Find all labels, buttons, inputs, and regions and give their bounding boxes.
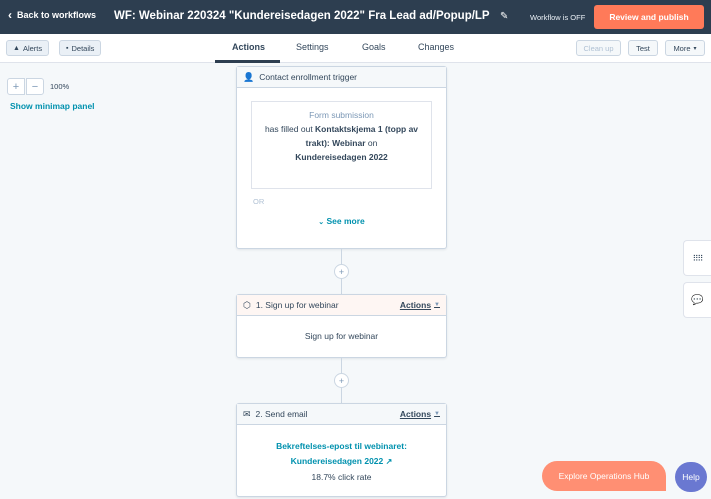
clean-up-button[interactable]: Clean up [576, 40, 621, 56]
step1-header: ⬡ 1. Sign up for webinar Actions ▼ [237, 295, 446, 316]
caret-down-icon: ▾ [693, 45, 697, 52]
email-name-line2[interactable]: Kundereisedagen 2022 ↗ [237, 454, 446, 469]
step2-header: ✉ 2. Send email Actions ▼ [237, 404, 446, 425]
tab-changes[interactable]: Changes [418, 42, 454, 52]
caret-down-icon: ▼ [434, 302, 440, 308]
zoom-level: 100% [50, 82, 70, 91]
step2-title: 2. Send email [255, 409, 308, 419]
step1-body: Sign up for webinar [304, 331, 379, 341]
explore-operations-hub-button[interactable]: Explore Operations Hub [542, 461, 666, 491]
filter-type: Form submission [309, 110, 374, 120]
show-minimap-link[interactable]: Show minimap panel [10, 101, 95, 111]
help-button[interactable]: Help [675, 462, 707, 492]
grid-panel-tab[interactable]: ⠿⠿ [683, 240, 711, 276]
test-button[interactable]: Test [628, 40, 658, 56]
zoom-in-button[interactable]: + [7, 78, 25, 95]
form-name: Kontaktskjema 1 (topp av trakt): Webinar [305, 124, 419, 148]
step2-actions-dropdown[interactable]: Actions ▼ [400, 409, 440, 419]
comment-icon: 💬 [691, 294, 704, 306]
tab-actions[interactable]: Actions [232, 42, 265, 52]
tab-goals[interactable]: Goals [362, 42, 386, 52]
step1-actions-dropdown[interactable]: Actions ▼ [400, 300, 440, 310]
comments-panel-tab[interactable]: 💬 [683, 282, 711, 318]
email-name-text: Kundereisedagen 2022 [290, 456, 384, 466]
click-rate: 18.7% click rate [311, 472, 372, 482]
step1-title: 1. Sign up for webinar [255, 300, 339, 310]
page-name: Kundereisedagen 2022 [295, 152, 388, 162]
workflow-status: Workflow is OFF [530, 13, 586, 22]
alerts-label: Alerts [22, 43, 43, 53]
trigger-header-label: Contact enrollment trigger [259, 72, 358, 82]
details-button[interactable]: ▪ Details [59, 40, 102, 56]
top-bar: ‹ Back to workflows WF: Webinar 220324 "… [0, 0, 711, 34]
cube-icon: ⬡ [243, 299, 251, 310]
add-action-button[interactable]: + [334, 264, 349, 279]
trigger-card-header: 👤 Contact enrollment trigger [237, 67, 446, 88]
see-more-button[interactable]: ⌄ See more [237, 216, 446, 226]
sub-navigation: ▲ Alerts ▪ Details Actions Settings Goal… [0, 34, 711, 63]
chevron-left-icon: ‹ [8, 7, 12, 22]
envelope-icon: ✉ [243, 408, 251, 419]
enrollment-trigger-card[interactable]: 👤 Contact enrollment trigger Form submis… [236, 66, 447, 249]
edit-pencil-icon[interactable]: ✎ [500, 11, 508, 22]
trigger-filter-box[interactable]: Form submission has filled out Kontaktsk… [251, 101, 432, 189]
lock-icon: ▪ [66, 44, 69, 52]
external-link-icon: ↗ [385, 457, 393, 466]
step-card-sign-up[interactable]: ⬡ 1. Sign up for webinar Actions ▼ Sign … [236, 294, 447, 358]
workflow-title[interactable]: WF: Webinar 220324 "Kundereisedagen 2022… [114, 10, 490, 22]
filter-text: has filled out [264, 124, 316, 134]
zoom-out-button[interactable]: − [26, 78, 44, 95]
grid-icon: ⠿⠿ [692, 253, 704, 263]
back-label: Back to workflows [17, 10, 97, 20]
see-more-label: See more [326, 216, 365, 226]
actions-label: Actions [399, 409, 432, 419]
contact-icon: 👤 [243, 71, 255, 82]
filter-text-on: on [365, 138, 378, 148]
review-and-publish-button[interactable]: Review and publish [594, 5, 704, 29]
step2-body: Bekreftelses-epost til webinaret: Kunder… [237, 439, 446, 482]
warning-icon: ▲ [13, 44, 20, 52]
tab-settings[interactable]: Settings [296, 42, 329, 52]
back-to-workflows-link[interactable]: ‹ Back to workflows [8, 7, 97, 22]
active-tab-indicator [215, 60, 280, 63]
more-label: More [673, 43, 691, 53]
actions-label: Actions [399, 300, 432, 310]
email-name-line1[interactable]: Bekreftelses-epost til webinaret: [237, 439, 446, 454]
caret-down-icon: ▼ [434, 411, 440, 417]
or-separator: OR [253, 197, 265, 206]
chevron-down-icon: ⌄ [318, 219, 325, 226]
filter-description: has filled out Kontaktskjema 1 (topp av … [262, 122, 421, 164]
alerts-button[interactable]: ▲ Alerts [6, 40, 50, 56]
add-action-button[interactable]: + [334, 373, 349, 388]
more-dropdown[interactable]: More ▾ [665, 40, 705, 56]
step-card-send-email[interactable]: ✉ 2. Send email Actions ▼ Bekreftelses-e… [236, 403, 447, 497]
details-label: Details [71, 43, 95, 53]
